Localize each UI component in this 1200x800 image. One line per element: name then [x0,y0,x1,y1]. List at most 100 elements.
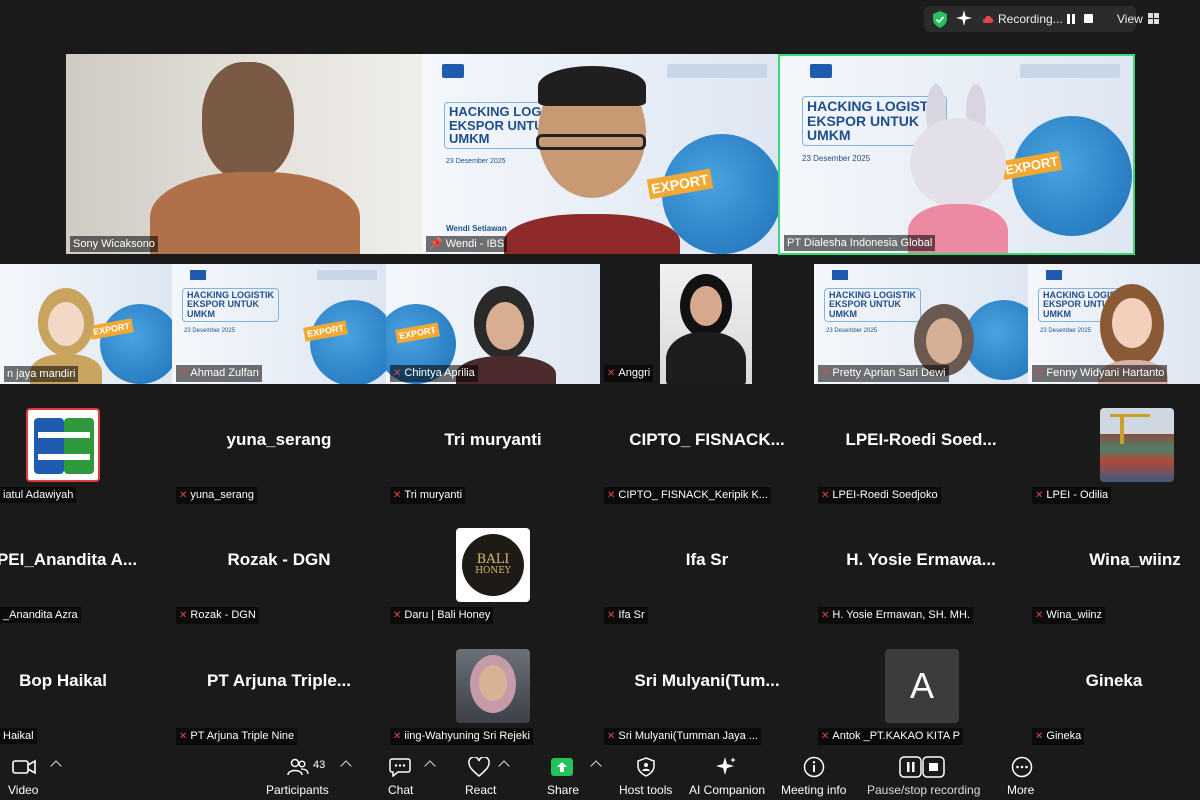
participant-name: Sony Wicaksono [70,236,158,252]
name-tile-gineka[interactable]: Gineka ✕ Gineka [1028,649,1200,745]
avatar-face [486,302,524,350]
name-tile-haikal[interactable]: Bop Haikal Haikal [0,649,170,744]
name-tile-cipto[interactable]: CIPTO_ FISNACK... ✕ CIPTO_ FISNACK_Keripi… [600,408,814,504]
share-button[interactable]: Share [544,748,580,800]
video-options-caret[interactable] [50,760,62,772]
slide-title: HACKING LOGISTIK EKSPOR UNTUK UMKM [182,288,279,323]
participant-name: ✕ Chintya Aprilia [390,365,478,382]
ai-sparkle-icon[interactable] [956,10,972,26]
name-tile-wina[interactable]: Wina_wiinz ✕ Wina_wiinz [1028,528,1200,624]
ibs-logo [442,64,464,78]
muted-mic-icon: ✕ [607,731,616,742]
name-tile-antok[interactable]: A ✕ Antok _PT.KAKAO KITA P [814,649,1028,745]
chat-bubble-icon [389,758,411,777]
pin-icon: 📌 [429,238,443,250]
video-tile-wendi[interactable]: HACKING LOGISTIK EKSPOR UNTUK UMKM 23 Dese… [422,54,778,254]
participants-count: 43 [313,759,326,771]
name-tile-odilia[interactable]: ✕ LPEI - Odilia [1028,408,1200,504]
eximbank-logo [1020,64,1120,78]
host-tools-button[interactable]: Host tools [618,748,674,800]
display-name: Sri Mulyani(Tum... [634,671,780,690]
slide-title: HACKING LOGISTIK EKSPOR UNTUK UMKM [824,288,921,323]
bali-honey-avatar: BALI HONEY [456,528,530,602]
participant-name: ✕ Antok _PT.KAKAO KITA P [818,728,963,745]
participant-name: ✕ Sri Mulyani(Tumman Jaya ... [604,728,761,745]
ai-companion-button[interactable]: AI Companion [688,748,765,800]
participant-name: ✕ LPEI-Roedi Soedjoko [818,487,941,504]
meeting-info-button[interactable]: Meeting info [780,748,848,800]
name-tile-adawiyah[interactable]: iatul Adawiyah [0,408,174,503]
chat-options-caret[interactable] [424,760,436,772]
eximbank-logo [667,64,767,78]
video-camera-icon [12,759,36,775]
participants-button[interactable]: 43 Participants [266,748,330,800]
participant-name: ✕ Rozak - DGN [176,607,259,624]
participant-video [660,264,752,384]
avatar-face [690,286,722,326]
participant-name: ✕ yuna_serang [176,487,257,504]
video-tile-fenny[interactable]: HACKING LOGISTIK EKSPOR UNTUK UMKM 23 Dese… [1028,264,1200,384]
name-tile-arjuna[interactable]: PT Arjuna Triple... ✕ PT Arjuna Triple Ni… [172,649,386,745]
pause-icon[interactable] [1067,14,1075,24]
name-tile-daru[interactable]: BALI HONEY ✕ Daru | Bali Honey [386,528,600,624]
info-icon [803,756,825,778]
presenter-caption: Wendi Setiawan [446,224,507,233]
chat-button[interactable]: Chat [386,748,414,800]
name-tile-roedi[interactable]: LPEI-Roedi Soed... ✕ LPEI-Roedi Soedjoko [814,408,1028,504]
share-screen-icon [551,758,573,776]
video-tile-dialesha[interactable]: HACKING LOGISTIK EKSPOR UNTUK UMKM 23 Dese… [778,54,1135,255]
video-tile-jaya-mandiri[interactable]: EXPORT n jaya mandiri [0,264,172,384]
react-options-caret[interactable] [498,760,510,772]
participant-name: ✕ Ifa Sr [604,607,648,624]
name-tile-yosie[interactable]: H. Yosie Ermawa... ✕ H. Yosie Ermawan, SH… [814,528,1028,624]
name-tile-iing[interactable]: ✕ iing-Wahyuning Sri Rejeki [386,649,600,745]
grid-view-icon[interactable] [1148,13,1159,24]
display-name: Tri muryanti [444,430,542,449]
avatar-face [48,302,84,346]
bali-honey-text: HONEY [475,566,511,576]
recording-label[interactable]: Recording... [998,12,1063,26]
muted-mic-icon: ✕ [179,490,188,501]
host-shield-icon [637,757,655,777]
video-tile-sony[interactable]: Sony Wicaksono [66,54,422,254]
globe-graphic [100,304,172,384]
bunny-avatar-head [910,118,1006,208]
muted-mic-icon: ✕ [821,368,830,379]
video-tile-pretty[interactable]: HACKING LOGISTIK EKSPOR UNTUK UMKM 23 Dese… [814,264,1028,384]
video-tile-chintya[interactable]: EXPORT ✕ Chintya Aprilia [386,264,600,384]
name-tile-sri-mulyani[interactable]: Sri Mulyani(Tum... ✕ Sri Mulyani(Tumman J… [600,649,814,745]
display-name: PT Arjuna Triple... [207,671,351,690]
container-yard-avatar [1100,408,1174,482]
muted-mic-icon: ✕ [179,610,188,621]
participant-name: ✕ Fenny Widyani Hartanto [1032,365,1168,382]
video-button[interactable]: Video [4,748,44,800]
muted-mic-icon: ✕ [821,731,830,742]
pause-stop-recording-button[interactable]: Pause/stop recording [866,748,980,800]
shield-check-icon[interactable] [932,11,948,28]
ibs-logo-avatar [26,408,100,482]
share-options-caret[interactable] [590,760,602,772]
display-name: Gineka [1085,671,1143,690]
view-button[interactable]: View [1117,12,1143,26]
letter-avatar: A [885,649,959,723]
participant-name: Haikal [0,728,37,744]
name-tile-rozak[interactable]: Rozak - DGN ✕ Rozak - DGN [172,528,386,624]
participant-name: 📌 Wendi - IBS [426,236,508,252]
participant-name: ✕ Pretty Aprian Sari Dewi [818,365,949,382]
more-button[interactable]: More [1006,748,1038,800]
name-tile-anandita[interactable]: PEI_Anandita A... _Anandita Azra [0,528,174,623]
name-tile-tri[interactable]: Tri muryanti ✕ Tri muryanti [386,408,600,504]
video-tile-anggri[interactable]: ✕ Anggri [600,264,814,384]
participant-name: ✕ Gineka [1032,728,1085,745]
stop-icon[interactable] [1084,14,1093,23]
react-button[interactable]: React [464,748,496,800]
name-tile-ifa[interactable]: Ifa Sr ✕ Ifa Sr [600,528,814,624]
video-tile-ahmad-zulfan[interactable]: HACKING LOGISTIK EKSPOR UNTUK UMKM 23 Dese… [172,264,386,384]
participants-options-caret[interactable] [340,760,352,772]
muted-mic-icon: ✕ [179,731,188,742]
ibs-logo [190,270,206,280]
name-tile-yuna[interactable]: yuna_serang ✕ yuna_serang [172,408,386,504]
display-name: Rozak - DGN [227,550,331,569]
display-name: CIPTO_ FISNACK... [629,430,785,449]
slide-date: 23 Desember 2025 [446,158,506,165]
